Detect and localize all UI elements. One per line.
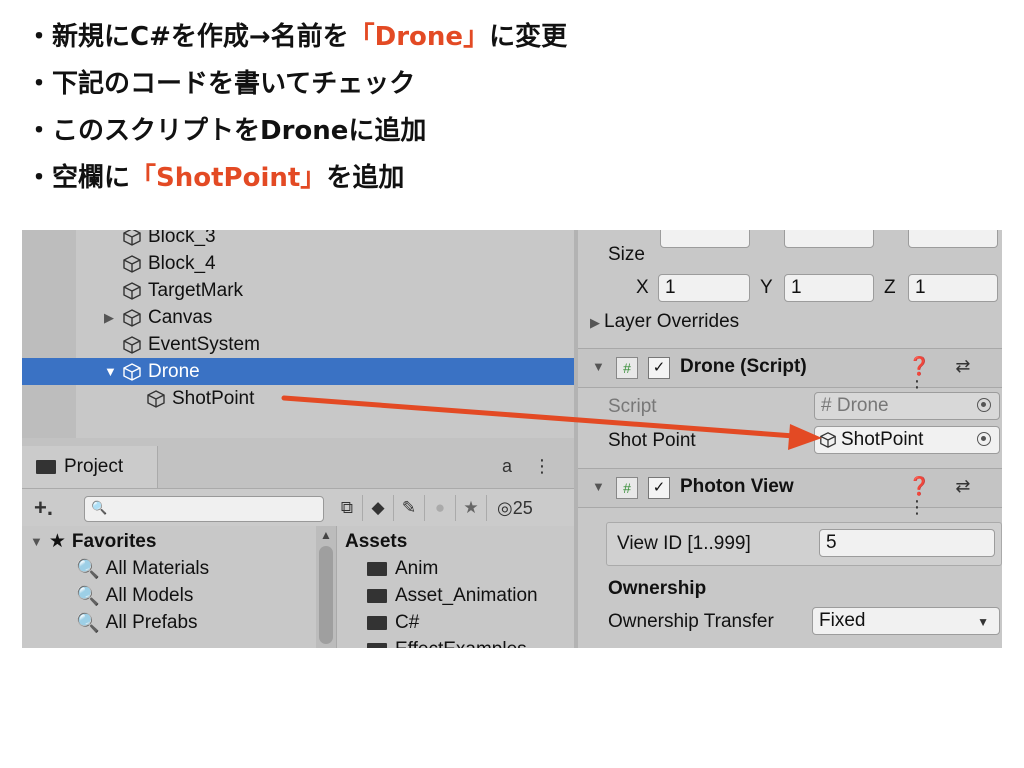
unity-editor-screenshot: Block_3 Block_4 TargetMark ▶ Canvas Even…: [22, 230, 1002, 648]
instruction-4: ・空欄に「ShotPoint」を追加: [26, 163, 405, 193]
instruction-2: ・下記のコードを書いてチェック: [26, 69, 416, 99]
instruction-3: ・このスクリプトをDroneに追加: [26, 116, 427, 146]
arrow-line: [281, 395, 797, 439]
arrow-head: [788, 424, 822, 450]
annotation-arrow: [281, 395, 822, 450]
instructions: ・新規にC#を作成→名前を「Drone」に変更 ・下記のコードを書いてチェック …: [26, 14, 567, 202]
instruction-1: ・新規にC#を作成→名前を「Drone」に変更: [26, 22, 568, 52]
